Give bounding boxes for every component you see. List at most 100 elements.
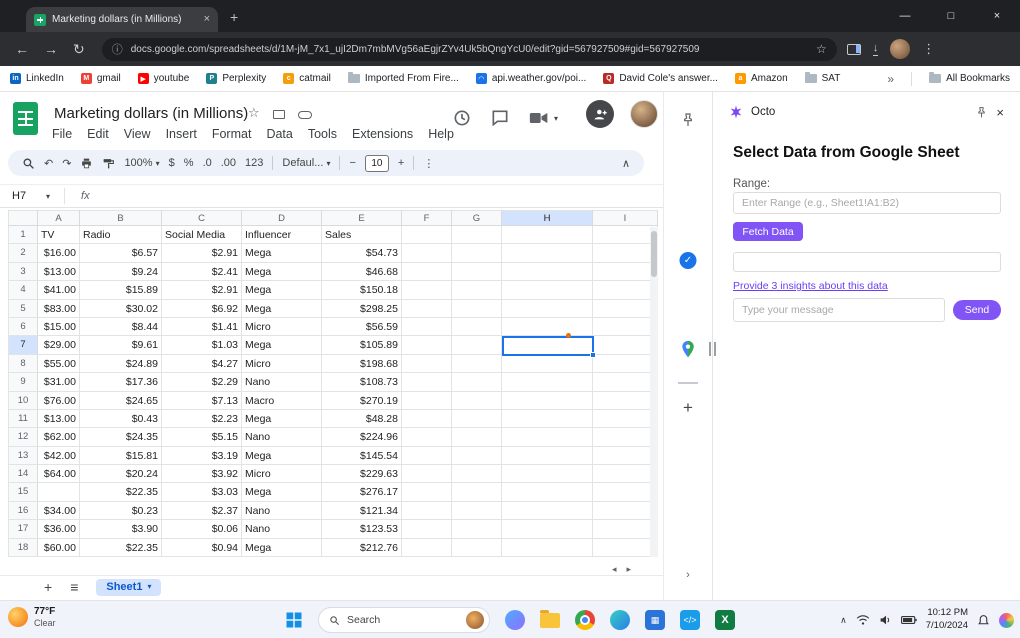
cell-B13[interactable]: $15.81 — [80, 446, 162, 466]
cell-H12[interactable] — [502, 428, 593, 447]
add-sheet-button[interactable]: + — [44, 579, 52, 595]
cell-F16[interactable] — [402, 501, 452, 521]
cell-F11[interactable] — [402, 409, 452, 429]
minimize-button[interactable]: — — [882, 0, 928, 32]
cell-F2[interactable] — [402, 244, 452, 263]
download-icon[interactable]: ↓ — [872, 42, 879, 56]
cell-I16[interactable] — [593, 501, 658, 521]
print-icon[interactable] — [80, 157, 93, 170]
col-header-C[interactable]: C — [162, 210, 242, 226]
cell-A16[interactable]: $34.00 — [38, 501, 80, 521]
meet-caret-icon[interactable]: ▾ — [554, 114, 558, 123]
bookmark-star-icon[interactable]: ☆ — [816, 42, 827, 56]
cell-A5[interactable]: $83.00 — [38, 299, 80, 318]
col-header-D[interactable]: D — [242, 210, 322, 226]
cell-B6[interactable]: $8.44 — [80, 317, 162, 337]
row-header-12[interactable]: 12 — [8, 428, 38, 447]
row-header-6[interactable]: 6 — [8, 317, 38, 337]
cell-D6[interactable]: Micro — [242, 317, 322, 337]
cell-F3[interactable] — [402, 262, 452, 282]
bookmark-david-cole-s-answer[interactable]: Q David Cole's answer... — [603, 73, 718, 84]
cell-G8[interactable] — [452, 354, 502, 374]
cell-I12[interactable] — [593, 428, 658, 447]
all-bookmarks-button[interactable]: All Bookmarks — [929, 72, 1010, 84]
cell-H6[interactable] — [502, 317, 593, 337]
paint-format-icon[interactable] — [102, 157, 115, 170]
cell-D8[interactable]: Micro — [242, 354, 322, 374]
cell-D16[interactable]: Nano — [242, 501, 322, 521]
selected-cell-H7[interactable] — [502, 336, 596, 358]
menu-edit[interactable]: Edit — [87, 127, 109, 141]
cell-B9[interactable]: $17.36 — [80, 373, 162, 392]
bookmark-gmail[interactable]: Mgmail — [80, 73, 121, 84]
cell-B17[interactable]: $3.90 — [80, 520, 162, 539]
scroll-right-icon[interactable]: ▸ — [627, 564, 632, 575]
menu-data[interactable]: Data — [266, 127, 292, 141]
row-header-16[interactable]: 16 — [8, 501, 38, 521]
increase-decimal-button[interactable]: .00 — [221, 157, 236, 169]
cell-G10[interactable] — [452, 391, 502, 410]
cell-H13[interactable] — [502, 446, 593, 466]
bookmark-api-weather-gov-poi[interactable]: ◠ api.weather.gov/poi... — [475, 73, 586, 84]
menu-file[interactable]: File — [52, 127, 72, 141]
cell-F8[interactable] — [402, 354, 452, 374]
cell-G4[interactable] — [452, 281, 502, 300]
cell-H2[interactable] — [502, 244, 593, 263]
undo-icon[interactable]: ↶ — [44, 157, 53, 170]
clock[interactable]: 10:12 PM 7/10/2024 — [926, 607, 968, 633]
menu-format[interactable]: Format — [212, 127, 252, 141]
menu-tools[interactable]: Tools — [308, 127, 337, 141]
cell-I3[interactable] — [593, 262, 658, 282]
cell-G16[interactable] — [452, 501, 502, 521]
address-bar[interactable]: ⓘ docs.google.com/spreadsheets/d/1M-jM_7… — [101, 37, 837, 61]
cell-B7[interactable]: $9.61 — [80, 336, 162, 355]
cell-I14[interactable] — [593, 465, 658, 484]
cell-B16[interactable]: $0.23 — [80, 501, 162, 521]
star-icon[interactable]: ☆ — [248, 105, 260, 121]
weather-widget[interactable]: 77°F Clear — [8, 605, 56, 629]
cell-F18[interactable] — [402, 538, 452, 558]
reload-icon[interactable]: ↻ — [73, 41, 85, 58]
cell-F13[interactable] — [402, 446, 452, 466]
cell-D3[interactable]: Mega — [242, 262, 322, 282]
decrease-decimal-button[interactable]: .0 — [203, 157, 212, 169]
browser-profile-avatar[interactable] — [890, 39, 911, 59]
cell-B18[interactable]: $22.35 — [80, 538, 162, 558]
cell-H16[interactable] — [502, 501, 593, 521]
cell-I4[interactable] — [593, 281, 658, 300]
row-header-15[interactable]: 15 — [8, 483, 38, 502]
fetch-data-button[interactable]: Fetch Data — [733, 222, 803, 241]
tab-close-icon[interactable]: × — [204, 14, 210, 25]
currency-format-button[interactable]: $ — [169, 157, 175, 169]
cell-G3[interactable] — [452, 262, 502, 282]
browser-menu-icon[interactable]: ⋮ — [922, 41, 935, 57]
tray-chevron-icon[interactable]: ∧ — [840, 615, 847, 626]
cell-C6[interactable]: $1.41 — [162, 317, 242, 337]
cell-C8[interactable]: $4.27 — [162, 354, 242, 374]
cell-C7[interactable]: $1.03 — [162, 336, 242, 355]
excel-icon[interactable]: X — [715, 610, 735, 630]
menu-help[interactable]: Help — [428, 127, 454, 141]
cell-C18[interactable]: $0.94 — [162, 538, 242, 558]
share-button[interactable] — [586, 100, 614, 128]
file-explorer-icon[interactable] — [540, 609, 560, 628]
cell-H3[interactable] — [502, 262, 593, 282]
collapse-toolbar-icon[interactable]: ∧ — [622, 157, 630, 170]
row-header-8[interactable]: 8 — [8, 354, 38, 374]
percent-format-button[interactable]: % — [184, 157, 194, 169]
row-header-14[interactable]: 14 — [8, 465, 38, 484]
cell-I17[interactable] — [593, 520, 658, 539]
name-box-caret-icon[interactable]: ▾ — [46, 192, 50, 201]
increase-font-button[interactable]: + — [398, 157, 404, 169]
cell-H10[interactable] — [502, 391, 593, 410]
grid-corner[interactable] — [8, 210, 38, 226]
tray-app-icon[interactable] — [999, 612, 1014, 628]
row-header-4[interactable]: 4 — [8, 281, 38, 300]
cell-B8[interactable]: $24.89 — [80, 354, 162, 374]
cell-F7[interactable] — [402, 336, 452, 355]
range-input[interactable] — [733, 192, 1001, 214]
cell-C1[interactable]: Social Media — [162, 226, 242, 245]
cell-D2[interactable]: Mega — [242, 244, 322, 263]
name-box[interactable]: H7 — [0, 190, 46, 202]
cell-C12[interactable]: $5.15 — [162, 428, 242, 447]
